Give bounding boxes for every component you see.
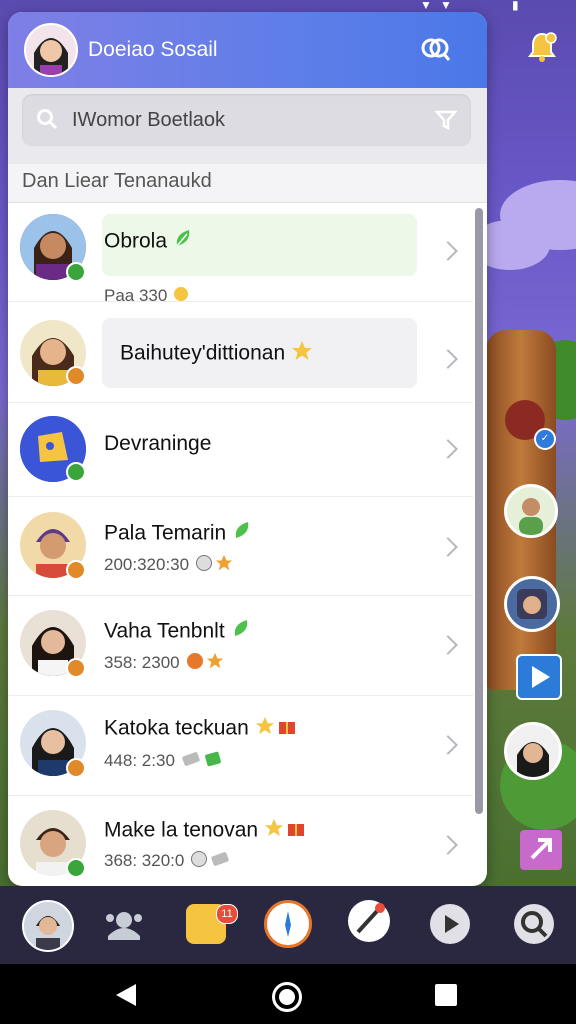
contact-name: Katoka teckuan (104, 716, 249, 740)
online-status-icon (66, 858, 86, 878)
away-status-icon (66, 560, 86, 580)
contact-meta: 358: 2300 (104, 652, 180, 672)
contact-name: Baihutey'dittionan (120, 341, 286, 365)
contact-name-wrap: Obrola (104, 228, 193, 256)
bottom-nav: 11 (0, 886, 576, 964)
battery-icon: ▮ (512, 0, 519, 12)
search-value: IWomor Boetlaok (72, 109, 226, 131)
friends-icon[interactable] (100, 900, 148, 948)
back-icon[interactable] (116, 984, 136, 1006)
search-area: IWomor Boetlaok (8, 88, 487, 164)
play-icon[interactable] (430, 904, 470, 944)
chevron-right-icon (438, 439, 458, 459)
bell-icon[interactable] (526, 30, 558, 64)
play-button[interactable] (516, 654, 562, 700)
contact-meta-wrap: 200:320:30 (104, 554, 233, 577)
leaf-icon (232, 520, 252, 548)
contact-name: Vaha Tenbnlt (104, 619, 225, 643)
panel-header: Doeiao Sosail (8, 12, 487, 88)
orange-icon (186, 652, 204, 675)
away-status-icon (66, 658, 86, 678)
star-icon (206, 652, 224, 675)
contact-name-wrap: Pala Temarin (104, 520, 252, 548)
home-icon[interactable] (272, 982, 302, 1012)
contact-meta: 368: 320:0 (104, 850, 185, 870)
messages-icon[interactable]: 11 (186, 904, 238, 944)
chevron-right-icon (438, 735, 458, 755)
map-marker-icon[interactable]: ✓ (534, 428, 556, 450)
map-avatar-1[interactable] (504, 484, 558, 538)
status-bar: ▼ ▼ ▮ (0, 0, 576, 12)
smile-icon (173, 286, 189, 307)
contact-meta-wrap: Paa 330 (104, 286, 189, 307)
conversation-row[interactable]: Vaha Tenbnlt 358: 2300 (8, 596, 473, 696)
conversation-row[interactable]: Obrola Paa 330 (8, 202, 473, 305)
app-title: Doeiao Sosail (88, 38, 218, 61)
gem-icon (203, 750, 223, 773)
contact-name: Devraningе (104, 432, 212, 455)
contact-meta: Paa 330 (104, 286, 168, 305)
share-button[interactable] (520, 830, 562, 870)
profile-avatar[interactable] (24, 23, 78, 77)
conversation-list: Obrola Paa 330 Baihutey'dittionan Devran… (8, 202, 473, 886)
filter-icon[interactable] (434, 109, 458, 136)
conversation-row[interactable]: Katoka teckuan 448: 2:30 (8, 696, 473, 796)
contact-name-wrap: Baihutey'dittionan (120, 340, 313, 368)
wifi-icon: ▼ (440, 0, 452, 12)
eraser-icon (210, 850, 230, 873)
conversation-row[interactable]: Pala Temarin 200:320:30 (8, 496, 473, 596)
away-status-icon (66, 366, 86, 386)
star-icon (215, 554, 233, 577)
chevron-right-icon (438, 635, 458, 655)
chevron-right-icon (438, 835, 458, 855)
contact-name-wrap: Katoka teckuan (104, 716, 297, 742)
contact-name-wrap: Vaha Tenbnlt (104, 618, 251, 646)
contact-name-wrap: Make la tenovan (104, 818, 306, 844)
contact-name: Pala Temarin (104, 521, 227, 545)
nav-profile-avatar[interactable] (22, 900, 74, 952)
explore-icon[interactable] (348, 900, 390, 942)
gift-icon (286, 818, 306, 844)
list-scrollbar[interactable] (475, 208, 483, 814)
system-nav-bar (0, 964, 576, 1024)
contact-meta-wrap: 358: 2300 (104, 652, 224, 675)
away-status-icon (66, 758, 86, 778)
messages-panel: Doeiao Sosail IWomor Boetlaok Dan Liear … (8, 12, 487, 886)
conversation-row[interactable]: Make la tenovan 368: 320:0 (8, 796, 473, 886)
recent-apps-icon[interactable] (435, 984, 457, 1006)
map-avatar-2[interactable] (504, 576, 560, 632)
notification-count-badge: 11 (216, 904, 238, 924)
chevron-right-icon (438, 537, 458, 557)
contact-name: Obrola (104, 229, 168, 253)
star-icon (264, 818, 284, 844)
clock-icon (195, 554, 213, 577)
eraser-icon (181, 750, 201, 773)
search-input[interactable]: IWomor Boetlaok (22, 94, 471, 146)
signal-icon: ▼ (420, 0, 432, 12)
online-status-icon (66, 262, 86, 282)
contact-meta: 200:320:30 (104, 554, 190, 574)
compass-icon[interactable] (264, 900, 312, 948)
chevron-right-icon (438, 349, 458, 369)
search-icon[interactable] (514, 904, 554, 944)
gift-icon (277, 716, 297, 742)
leaf-icon (173, 228, 193, 256)
leaf-icon (231, 618, 251, 646)
conversation-row[interactable]: Baihutey'dittionan (8, 310, 473, 403)
star-icon (255, 716, 275, 742)
contact-name: Make la tenovan (104, 818, 259, 842)
conversation-row[interactable]: Devraningе (8, 402, 473, 497)
search-icon (36, 108, 58, 135)
section-header: Dan Liear Tenanaukd (8, 164, 487, 203)
map-avatar-3[interactable] (504, 722, 562, 780)
contact-meta: 448: 2:30 (104, 750, 175, 770)
contact-meta-wrap: 448: 2:30 (104, 750, 223, 773)
contact-meta-wrap: 368: 320:0 (104, 850, 230, 873)
section-label: Dan Liear Tenanaukd (22, 170, 212, 192)
star-icon (291, 340, 313, 368)
clock-icon (190, 850, 208, 873)
chevron-right-icon (438, 241, 458, 261)
header-search-button[interactable] (419, 36, 451, 64)
online-status-icon (66, 462, 86, 482)
